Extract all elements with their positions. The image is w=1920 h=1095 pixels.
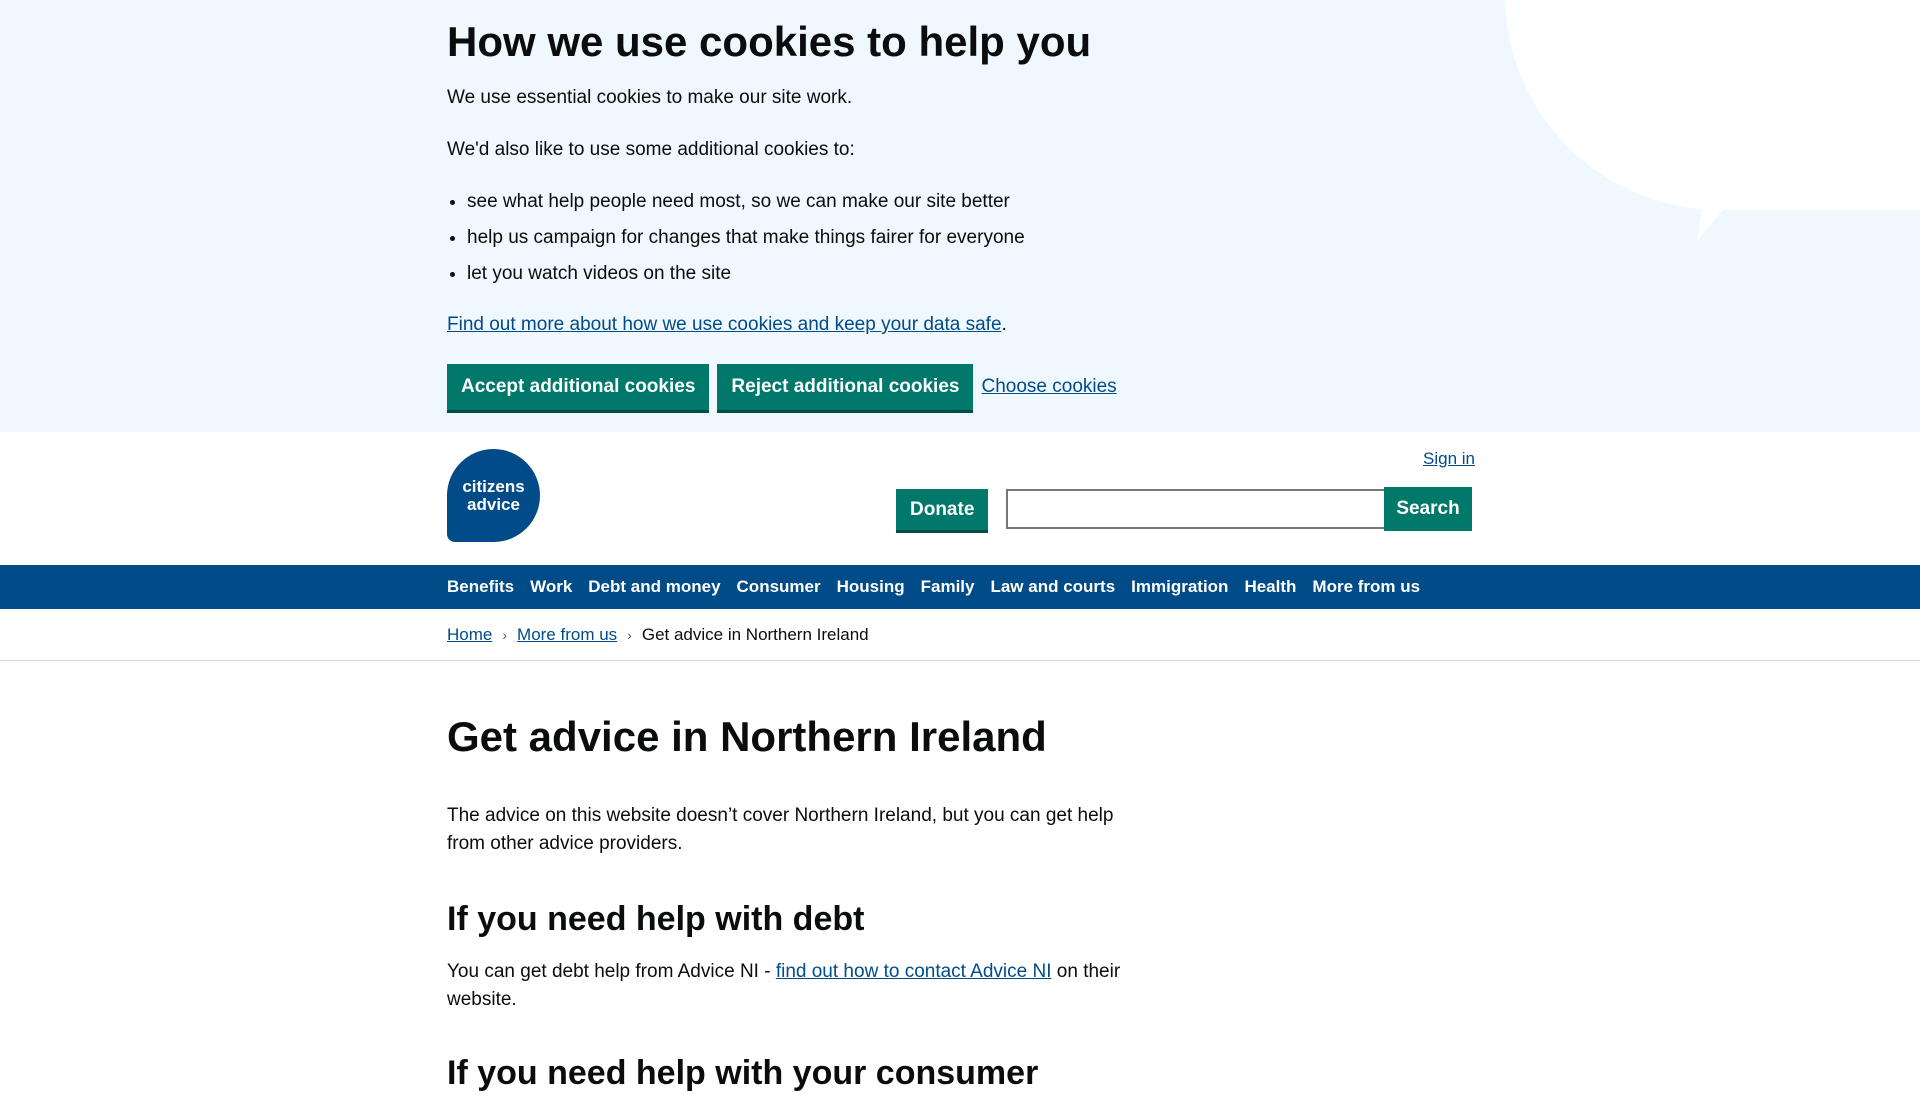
debt-text: You can get debt help from Advice NI - f…: [447, 958, 1137, 1014]
logo-text-line1: citizens: [462, 476, 525, 496]
nav-item-immigration[interactable]: Immigration: [1131, 577, 1228, 597]
logo-text-line2: advice: [467, 494, 520, 514]
search-form: Search: [1006, 487, 1472, 531]
intro-text: The advice on this website doesn’t cover…: [447, 805, 1114, 854]
search-button[interactable]: Search: [1384, 487, 1472, 531]
cookie-actions: Accept additional cookies Reject additio…: [447, 364, 1117, 410]
site-header: citizens advice Sign in Donate Search: [0, 432, 1920, 565]
breadcrumb-current: Get advice in Northern Ireland: [641, 625, 869, 644]
nav-item-debt-and-money[interactable]: Debt and money: [588, 577, 720, 597]
chevron-right-icon: ›: [502, 627, 508, 643]
reject-cookies-button[interactable]: Reject additional cookies: [717, 364, 974, 410]
chevron-right-icon: ›: [627, 627, 632, 643]
cookie-purpose-item: help us campaign for changes that make t…: [467, 226, 1025, 250]
breadcrumb-more-from-us-link[interactable]: More from us: [517, 625, 617, 645]
speech-bubble-tail-decoration: [1697, 198, 1729, 246]
nav-item-law-and-courts[interactable]: Law and courts: [990, 577, 1115, 597]
choose-cookies-link[interactable]: Choose cookies: [981, 364, 1116, 410]
speech-bubble-decoration: [1505, 0, 1920, 210]
nav-item-consumer[interactable]: Consumer: [737, 577, 821, 597]
nav-item-housing[interactable]: Housing: [837, 577, 905, 597]
debt-heading: If you need help with debt: [447, 900, 865, 938]
cookie-info-link[interactable]: Find out more about how we use cookies a…: [447, 314, 1002, 335]
search-input[interactable]: [1006, 489, 1384, 529]
main-navigation: Benefits Work Debt and money Consumer Ho…: [0, 565, 1920, 609]
nav-item-family[interactable]: Family: [921, 577, 975, 597]
cookie-purpose-list: see what help people need most, so we ca…: [447, 190, 1025, 298]
sign-in-link[interactable]: Sign in: [1423, 449, 1475, 469]
cookie-purpose-item: see what help people need most, so we ca…: [467, 190, 1025, 214]
debt-text-before: You can get debt help from Advice NI -: [447, 961, 776, 982]
citizens-advice-logo[interactable]: citizens advice: [447, 449, 540, 542]
nav-item-health[interactable]: Health: [1244, 577, 1296, 597]
cookie-essential-text: We use essential cookies to make our sit…: [447, 87, 853, 108]
consumer-heading: If you need help with your consumer: [447, 1054, 1039, 1092]
nav-item-more-from-us[interactable]: More from us: [1312, 577, 1420, 597]
advice-ni-contact-link[interactable]: find out how to contact Advice NI: [776, 961, 1052, 982]
cookie-banner-title: How we use cookies to help you: [447, 18, 1092, 65]
cookie-additional-intro: We'd also like to use some additional co…: [447, 139, 855, 160]
cookie-more-info: Find out more about how we use cookies a…: [447, 313, 1007, 337]
cookie-banner: How we use cookies to help you We use es…: [0, 0, 1920, 432]
breadcrumb-home-link[interactable]: Home: [447, 625, 492, 645]
nav-item-benefits[interactable]: Benefits: [447, 577, 514, 597]
donate-button[interactable]: Donate: [896, 489, 989, 530]
cookie-more-suffix: .: [1001, 314, 1007, 335]
breadcrumb: Home › More from us › Get advice in Nort…: [0, 609, 1920, 661]
page-title: Get advice in Northern Ireland: [447, 713, 1047, 760]
nav-item-work[interactable]: Work: [530, 577, 572, 597]
accept-cookies-button[interactable]: Accept additional cookies: [447, 364, 710, 410]
cookie-purpose-item: let you watch videos on the site: [467, 262, 1025, 286]
